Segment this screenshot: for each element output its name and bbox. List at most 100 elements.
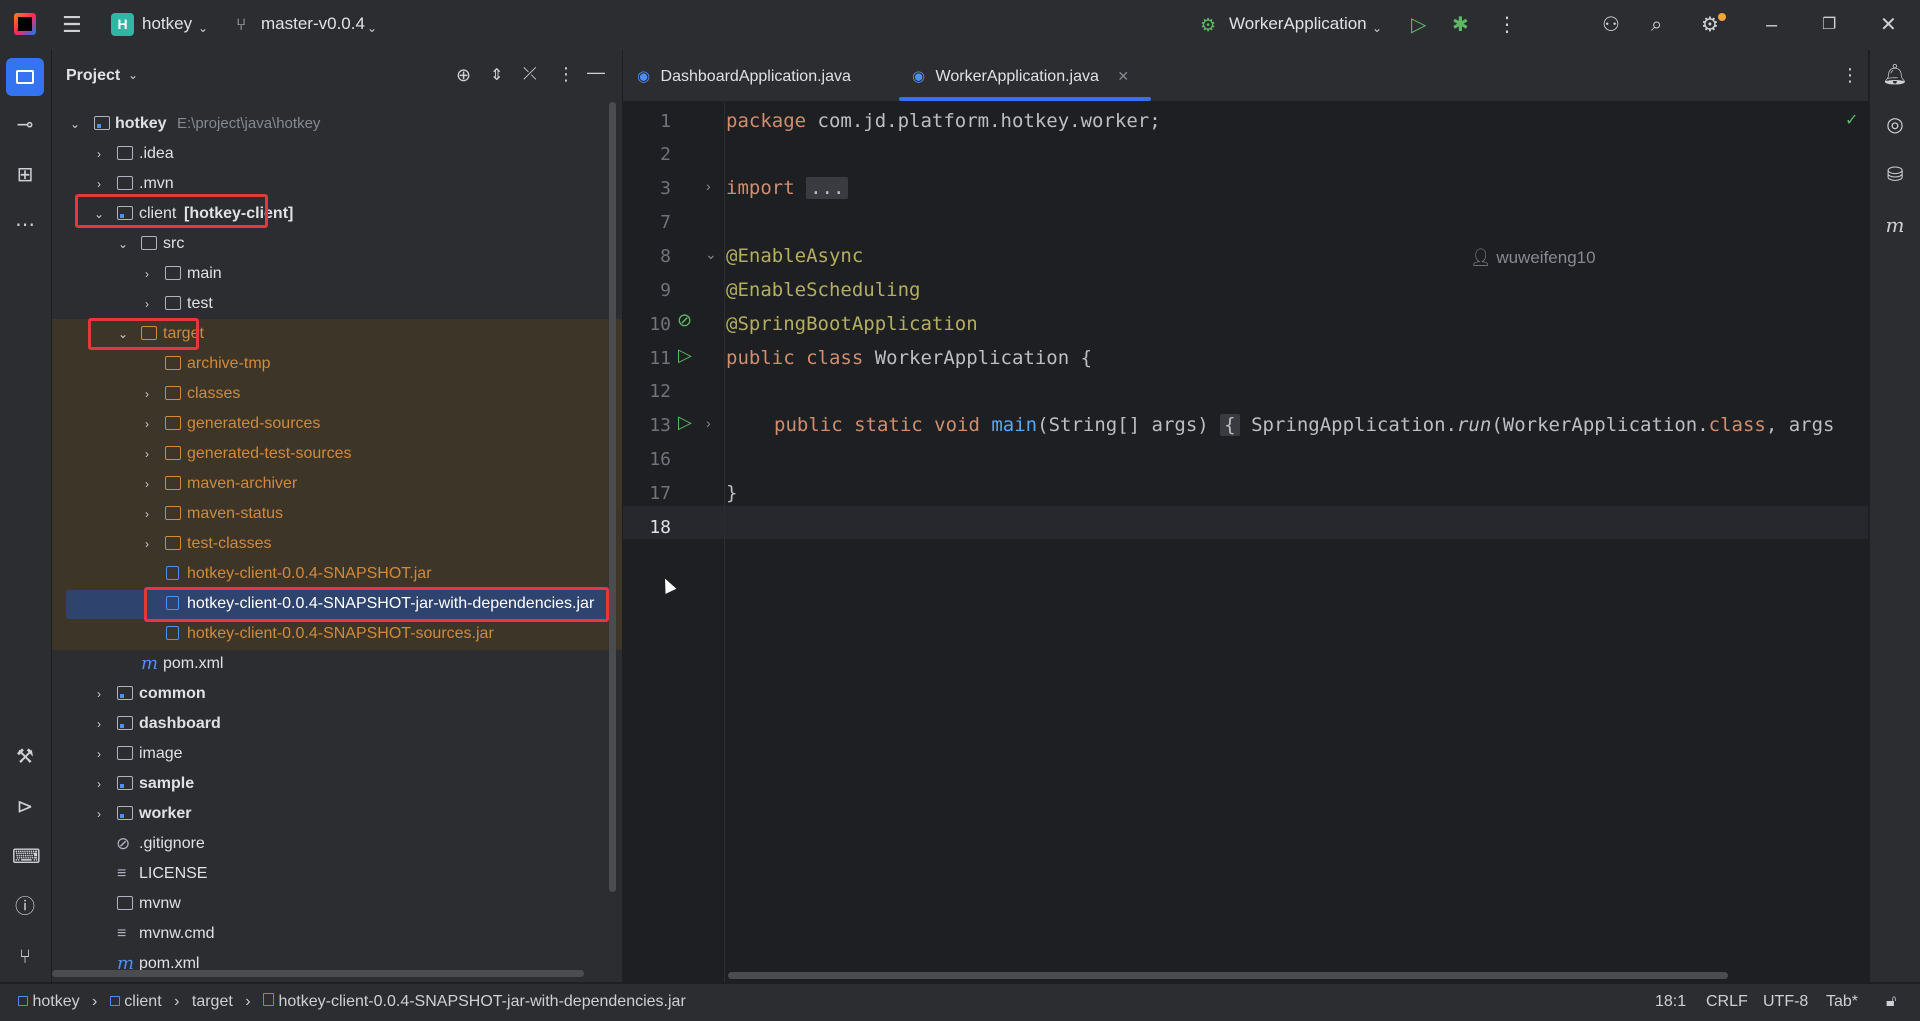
tree-item-src[interactable]: ⌄ src bbox=[52, 229, 618, 259]
caret-position[interactable]: 18:1 bbox=[1655, 993, 1686, 1011]
line-separator[interactable]: CRLF bbox=[1706, 993, 1748, 1011]
tree-item-worker[interactable]: › worker bbox=[52, 799, 618, 829]
commit-icon[interactable]: ⊸ bbox=[12, 112, 38, 138]
tree-item-sample[interactable]: › sample bbox=[52, 769, 618, 799]
chevron-right-icon[interactable]: › bbox=[140, 469, 154, 499]
breadcrumb-item[interactable]: hotkey-client-0.0.4-SNAPSHOT-jar-with-de… bbox=[278, 993, 685, 1010]
tab-dashboard-application[interactable]: ◉ DashboardApplication.java bbox=[637, 50, 851, 101]
add-user-icon[interactable]: ⚇ bbox=[1602, 15, 1620, 35]
indent-setting[interactable]: Tab* bbox=[1826, 993, 1858, 1011]
chevron-right-icon[interactable]: › bbox=[140, 499, 154, 529]
tree-item-main[interactable]: › main bbox=[52, 259, 618, 289]
tree-item-generated-test-sources[interactable]: › generated-test-sources bbox=[52, 439, 618, 469]
expand-all-icon[interactable]: ⇕ bbox=[490, 65, 503, 85]
tree-item-gitignore[interactable]: ⊘ .gitignore bbox=[52, 829, 618, 859]
code-editor[interactable]: 1 2 3 7 8 9 10 11 12 13 16 17 18 › ⌄ ⊘ ▷… bbox=[623, 102, 1868, 982]
notifications-icon[interactable]: 🔔︎ bbox=[1882, 62, 1908, 88]
chevron-down-icon[interactable]: ⌄ bbox=[116, 229, 130, 259]
hide-panel-icon[interactable]: — bbox=[587, 62, 605, 83]
close-icon[interactable]: ✕ bbox=[1880, 15, 1897, 35]
chevron-right-icon[interactable]: › bbox=[140, 439, 154, 469]
tree-item-archive-tmp[interactable]: archive-tmp bbox=[52, 349, 618, 379]
tree-item-classes[interactable]: › classes bbox=[52, 379, 618, 409]
tree-item-mvnw[interactable]: mvnw bbox=[52, 889, 618, 919]
tree-item-common[interactable]: › common bbox=[52, 679, 618, 709]
tree-item-test[interactable]: › test bbox=[52, 289, 618, 319]
run-config-dropdown[interactable]: WorkerApplication bbox=[1229, 14, 1367, 34]
tree-item-hotkey[interactable]: ⌄ hotkey E:\project\java\hotkey bbox=[52, 109, 618, 139]
chevron-right-icon[interactable]: › bbox=[140, 259, 154, 289]
services-icon[interactable]: ⊳ bbox=[12, 794, 38, 820]
tree-item-image[interactable]: › image bbox=[52, 739, 618, 769]
tree-item-jar[interactable]: hotkey-client-0.0.4-SNAPSHOT.jar bbox=[52, 559, 618, 589]
chevron-right-icon[interactable]: › bbox=[92, 799, 106, 829]
tree-item-license[interactable]: ≡ LICENSE bbox=[52, 859, 618, 889]
app-logo-icon[interactable] bbox=[14, 13, 36, 35]
chevron-right-icon[interactable]: › bbox=[92, 739, 106, 769]
chevron-down-icon[interactable]: ⌄ bbox=[68, 109, 82, 139]
project-badge[interactable]: H bbox=[111, 13, 134, 36]
fold-expand-icon[interactable]: › bbox=[706, 178, 711, 194]
chevron-down-icon[interactable]: ⌄ bbox=[367, 18, 377, 38]
chevron-right-icon[interactable]: › bbox=[92, 709, 106, 739]
horizontal-scrollbar[interactable] bbox=[52, 970, 584, 977]
author-hint[interactable]: 👤︎ wuweifeng10 bbox=[1470, 248, 1596, 268]
folded-body[interactable]: { bbox=[1220, 414, 1240, 436]
vertical-scrollbar[interactable] bbox=[609, 102, 616, 892]
structure-icon[interactable]: ⊞ bbox=[12, 162, 38, 188]
build-icon[interactable]: ⚒ bbox=[12, 744, 38, 770]
editor-horizontal-scrollbar[interactable] bbox=[728, 972, 1728, 979]
tab-worker-application[interactable]: ◉ WorkerApplication.java ✕ bbox=[912, 50, 1129, 101]
tree-item-idea[interactable]: › .idea bbox=[52, 139, 618, 169]
tree-item-mvnw-cmd[interactable]: ≡ mvnw.cmd bbox=[52, 919, 618, 949]
breadcrumb-item[interactable]: target bbox=[192, 993, 233, 1010]
main-menu-icon[interactable]: ☰ bbox=[62, 14, 82, 36]
tree-item-test-classes[interactable]: › test-classes bbox=[52, 529, 618, 559]
breadcrumb-item[interactable]: hotkey bbox=[32, 993, 79, 1010]
branch-dropdown[interactable]: master-v0.0.4 bbox=[261, 14, 365, 34]
chevron-right-icon[interactable]: › bbox=[140, 289, 154, 319]
panel-options-icon[interactable]: ⋮ bbox=[557, 64, 575, 85]
maven-icon[interactable]: m bbox=[1882, 212, 1908, 238]
tree-item-client-pom[interactable]: m pom.xml bbox=[52, 649, 618, 679]
restore-icon[interactable]: ❐ bbox=[1822, 15, 1836, 35]
project-tool-icon[interactable] bbox=[6, 58, 44, 96]
fold-expand-icon[interactable]: › bbox=[706, 415, 711, 431]
chevron-right-icon[interactable]: › bbox=[140, 529, 154, 559]
more-tools-icon[interactable]: ⋯ bbox=[12, 212, 38, 238]
chevron-down-icon[interactable]: ⌄ bbox=[198, 18, 208, 38]
database-icon[interactable]: ⛁ bbox=[1882, 162, 1908, 188]
breadcrumb-item[interactable]: client bbox=[124, 993, 161, 1010]
file-encoding[interactable]: UTF-8 bbox=[1763, 993, 1808, 1011]
run-gutter-icon[interactable]: ▷ bbox=[678, 412, 692, 433]
run-icon[interactable]: ▷ bbox=[1411, 15, 1426, 35]
run-gutter-icon[interactable]: ▷ bbox=[678, 345, 692, 366]
fold-collapse-icon[interactable]: ⌄ bbox=[705, 246, 717, 263]
tree-item-sources-jar[interactable]: hotkey-client-0.0.4-SNAPSHOT-sources.jar bbox=[52, 619, 618, 649]
tree-item-generated-sources[interactable]: › generated-sources bbox=[52, 409, 618, 439]
chevron-right-icon[interactable]: › bbox=[92, 139, 106, 169]
project-name-dropdown[interactable]: hotkey bbox=[142, 14, 192, 34]
chevron-right-icon[interactable]: › bbox=[140, 379, 154, 409]
chevron-down-icon[interactable]: ⌄ bbox=[1372, 18, 1382, 38]
settings-icon[interactable]: ⚙ bbox=[1701, 15, 1719, 35]
chevron-right-icon[interactable]: › bbox=[92, 679, 106, 709]
git-icon[interactable]: ⑂ bbox=[12, 944, 38, 970]
terminal-icon[interactable]: ⌨ bbox=[12, 844, 41, 870]
spring-bean-icon[interactable]: ⊘ bbox=[677, 310, 692, 331]
ai-assistant-icon[interactable]: ◎ bbox=[1882, 112, 1908, 138]
chevron-right-icon[interactable]: › bbox=[140, 409, 154, 439]
tab-options-icon[interactable]: ⋮ bbox=[1841, 65, 1859, 86]
tree-item-dashboard[interactable]: › dashboard bbox=[52, 709, 618, 739]
branch-icon[interactable]: ⑂ bbox=[236, 15, 246, 35]
more-actions-icon[interactable]: ⋮ bbox=[1497, 15, 1517, 35]
tree-item-maven-status[interactable]: › maven-status bbox=[52, 499, 618, 529]
debug-icon[interactable]: ✱ bbox=[1452, 15, 1469, 35]
read-only-lock-icon[interactable]: 🔓︎ bbox=[1886, 993, 1896, 1011]
run-config-icon[interactable]: ⚙ bbox=[1200, 15, 1216, 35]
search-icon[interactable]: ⌕ bbox=[1651, 15, 1662, 35]
tree-item-maven-archiver[interactable]: › maven-archiver bbox=[52, 469, 618, 499]
locate-icon[interactable]: ⊕ bbox=[456, 65, 471, 86]
chevron-down-icon[interactable]: ⌄ bbox=[128, 68, 138, 82]
close-tab-icon[interactable]: ✕ bbox=[1117, 68, 1129, 84]
